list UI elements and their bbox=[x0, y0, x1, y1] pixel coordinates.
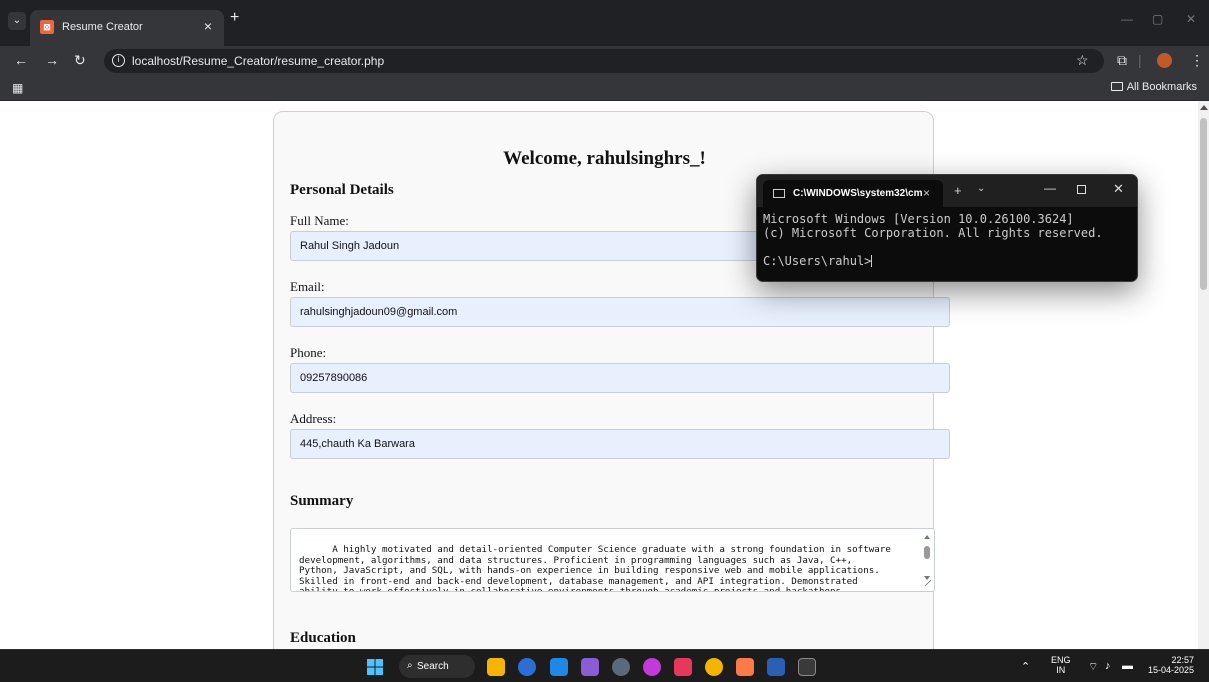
terminal-cursor bbox=[871, 255, 873, 267]
email-label: Email: bbox=[290, 279, 325, 294]
terminal-tab-title: C:\WINDOWS\system32\cm bbox=[793, 188, 923, 199]
address-label: Address: bbox=[290, 411, 337, 426]
apps-grid-icon[interactable]: ▦ bbox=[12, 81, 23, 95]
file-explorer-icon[interactable] bbox=[487, 658, 505, 676]
taskbar-search[interactable]: ⌕ Search bbox=[399, 655, 475, 678]
time-text: 22:57 bbox=[1171, 655, 1195, 665]
terminal-taskbar-icon[interactable] bbox=[798, 658, 816, 676]
back-icon[interactable]: ← bbox=[14, 52, 28, 68]
url-text: localhost/Resume_Creator/resume_creator.… bbox=[132, 54, 385, 68]
lang-text: ENG bbox=[1051, 655, 1071, 665]
music-icon[interactable] bbox=[674, 658, 692, 676]
terminal-new-tab-button[interactable]: + bbox=[954, 183, 962, 198]
full-name-label: Full Name: bbox=[290, 213, 349, 228]
tab-search-button[interactable]: ⌄ bbox=[8, 12, 26, 30]
menu-icon[interactable]: ⋮ bbox=[1190, 52, 1204, 69]
clock[interactable]: 22:57 15-04-2025 bbox=[1148, 655, 1194, 675]
cmd-icon bbox=[773, 189, 785, 198]
summary-text: A highly motivated and detail-oriented C… bbox=[299, 544, 891, 592]
word-icon[interactable] bbox=[767, 658, 785, 676]
terminal-title-bar: C:\WINDOWS\system32\cm × + ⌄ — ✕ bbox=[757, 175, 1137, 207]
phone-label: Phone: bbox=[290, 345, 327, 360]
terminal-tab-close-icon[interactable]: × bbox=[923, 186, 930, 200]
new-tab-button[interactable]: + bbox=[230, 9, 239, 27]
region-text: IN bbox=[1056, 665, 1066, 675]
tab-resume-creator[interactable]: ⊠ Resume Creator × bbox=[30, 10, 224, 46]
media-app-icon[interactable] bbox=[643, 658, 661, 676]
terminal-prompt: C:\Users\rahul> bbox=[763, 254, 872, 268]
folder-icon bbox=[1110, 82, 1123, 91]
personal-details-heading: Personal Details bbox=[290, 182, 394, 198]
address-input[interactable]: 445,chauth Ka Barwara bbox=[290, 429, 950, 459]
textarea-scrollbar[interactable] bbox=[922, 533, 932, 587]
all-bookmarks-button[interactable]: All Bookmarks bbox=[1110, 81, 1197, 93]
terminal-minimize-icon[interactable]: — bbox=[1044, 181, 1056, 195]
app-store-icon[interactable] bbox=[518, 658, 536, 676]
summary-textarea[interactable]: A highly motivated and detail-oriented C… bbox=[290, 528, 935, 592]
browser-toolbar: ← → ↻ i localhost/Resume_Creator/resume_… bbox=[0, 46, 1209, 76]
browser-tab-bar: ⌄ ⊠ Resume Creator × + — ▢ ✕ bbox=[0, 0, 1209, 46]
github-desktop-icon[interactable] bbox=[612, 658, 630, 676]
scroll-up-arrow-icon[interactable] bbox=[1200, 105, 1208, 110]
windows-taskbar: ⌕ Search ⌃ ENG IN ⌔ ♪ ▬ 22:57 15-04-2025 bbox=[0, 649, 1209, 682]
terminal-tab[interactable]: C:\WINDOWS\system32\cm × bbox=[763, 180, 943, 207]
profile-avatar[interactable] bbox=[1157, 53, 1172, 68]
search-icon: ⌕ bbox=[407, 660, 413, 671]
all-bookmarks-label: All Bookmarks bbox=[1126, 81, 1197, 93]
scrollbar-thumb[interactable] bbox=[1200, 118, 1207, 290]
welcome-heading: Welcome, rahulsinghrs_! bbox=[503, 148, 706, 169]
address-bar[interactable]: i localhost/Resume_Creator/resume_creato… bbox=[104, 49, 1104, 73]
windows-start-icon[interactable] bbox=[366, 658, 384, 676]
date-text: 15-04-2025 bbox=[1148, 665, 1195, 675]
tab-title: Resume Creator bbox=[62, 21, 143, 33]
site-info-icon[interactable]: i bbox=[112, 54, 125, 67]
terminal-output[interactable]: Microsoft Windows [Version 10.0.26100.36… bbox=[763, 212, 1103, 268]
education-heading: Education bbox=[290, 630, 356, 646]
window-close-icon[interactable]: ✕ bbox=[1186, 12, 1196, 26]
restore-icon[interactable]: ▢ bbox=[1152, 12, 1163, 26]
page-scrollbar[interactable] bbox=[1198, 101, 1209, 649]
language-indicator[interactable]: ENG IN bbox=[1051, 655, 1071, 675]
summary-heading: Summary bbox=[290, 493, 354, 509]
minimize-icon[interactable]: — bbox=[1121, 12, 1133, 26]
extensions-icon[interactable]: ⧉ bbox=[1117, 52, 1127, 69]
visual-studio-icon[interactable] bbox=[581, 658, 599, 676]
terminal-line-1: Microsoft Windows [Version 10.0.26100.36… bbox=[763, 212, 1074, 226]
wifi-icon[interactable]: ⌔ bbox=[1088, 660, 1098, 674]
tab-close-icon[interactable]: × bbox=[204, 18, 212, 34]
bookmark-star-icon[interactable]: ☆ bbox=[1076, 52, 1089, 69]
command-prompt-window[interactable]: C:\WINDOWS\system32\cm × + ⌄ — ✕ Microso… bbox=[756, 174, 1138, 282]
terminal-maximize-icon[interactable] bbox=[1077, 185, 1086, 194]
bookmarks-bar: ▦ All Bookmarks bbox=[0, 76, 1209, 101]
phone-input[interactable]: 09257890086 bbox=[290, 363, 950, 393]
tray-overflow-icon[interactable]: ⌃ bbox=[1021, 660, 1030, 673]
toolbar-divider: | bbox=[1138, 52, 1142, 68]
terminal-close-icon[interactable]: ✕ bbox=[1113, 181, 1124, 197]
reload-icon[interactable]: ↻ bbox=[74, 52, 86, 69]
chevron-down-icon[interactable]: ⌄ bbox=[977, 183, 985, 194]
xampp-icon[interactable] bbox=[736, 658, 754, 676]
email-input[interactable]: rahulsinghjadoun09@gmail.com bbox=[290, 297, 950, 327]
xampp-favicon-icon: ⊠ bbox=[40, 20, 54, 34]
forward-icon[interactable]: → bbox=[45, 52, 59, 68]
terminal-line-2: (c) Microsoft Corporation. All rights re… bbox=[763, 226, 1103, 240]
chrome-icon[interactable] bbox=[705, 658, 723, 676]
volume-icon[interactable]: ♪ bbox=[1105, 660, 1111, 672]
search-label: Search bbox=[417, 661, 449, 672]
vscode-icon[interactable] bbox=[550, 658, 568, 676]
battery-icon[interactable]: ▬ bbox=[1122, 660, 1133, 672]
